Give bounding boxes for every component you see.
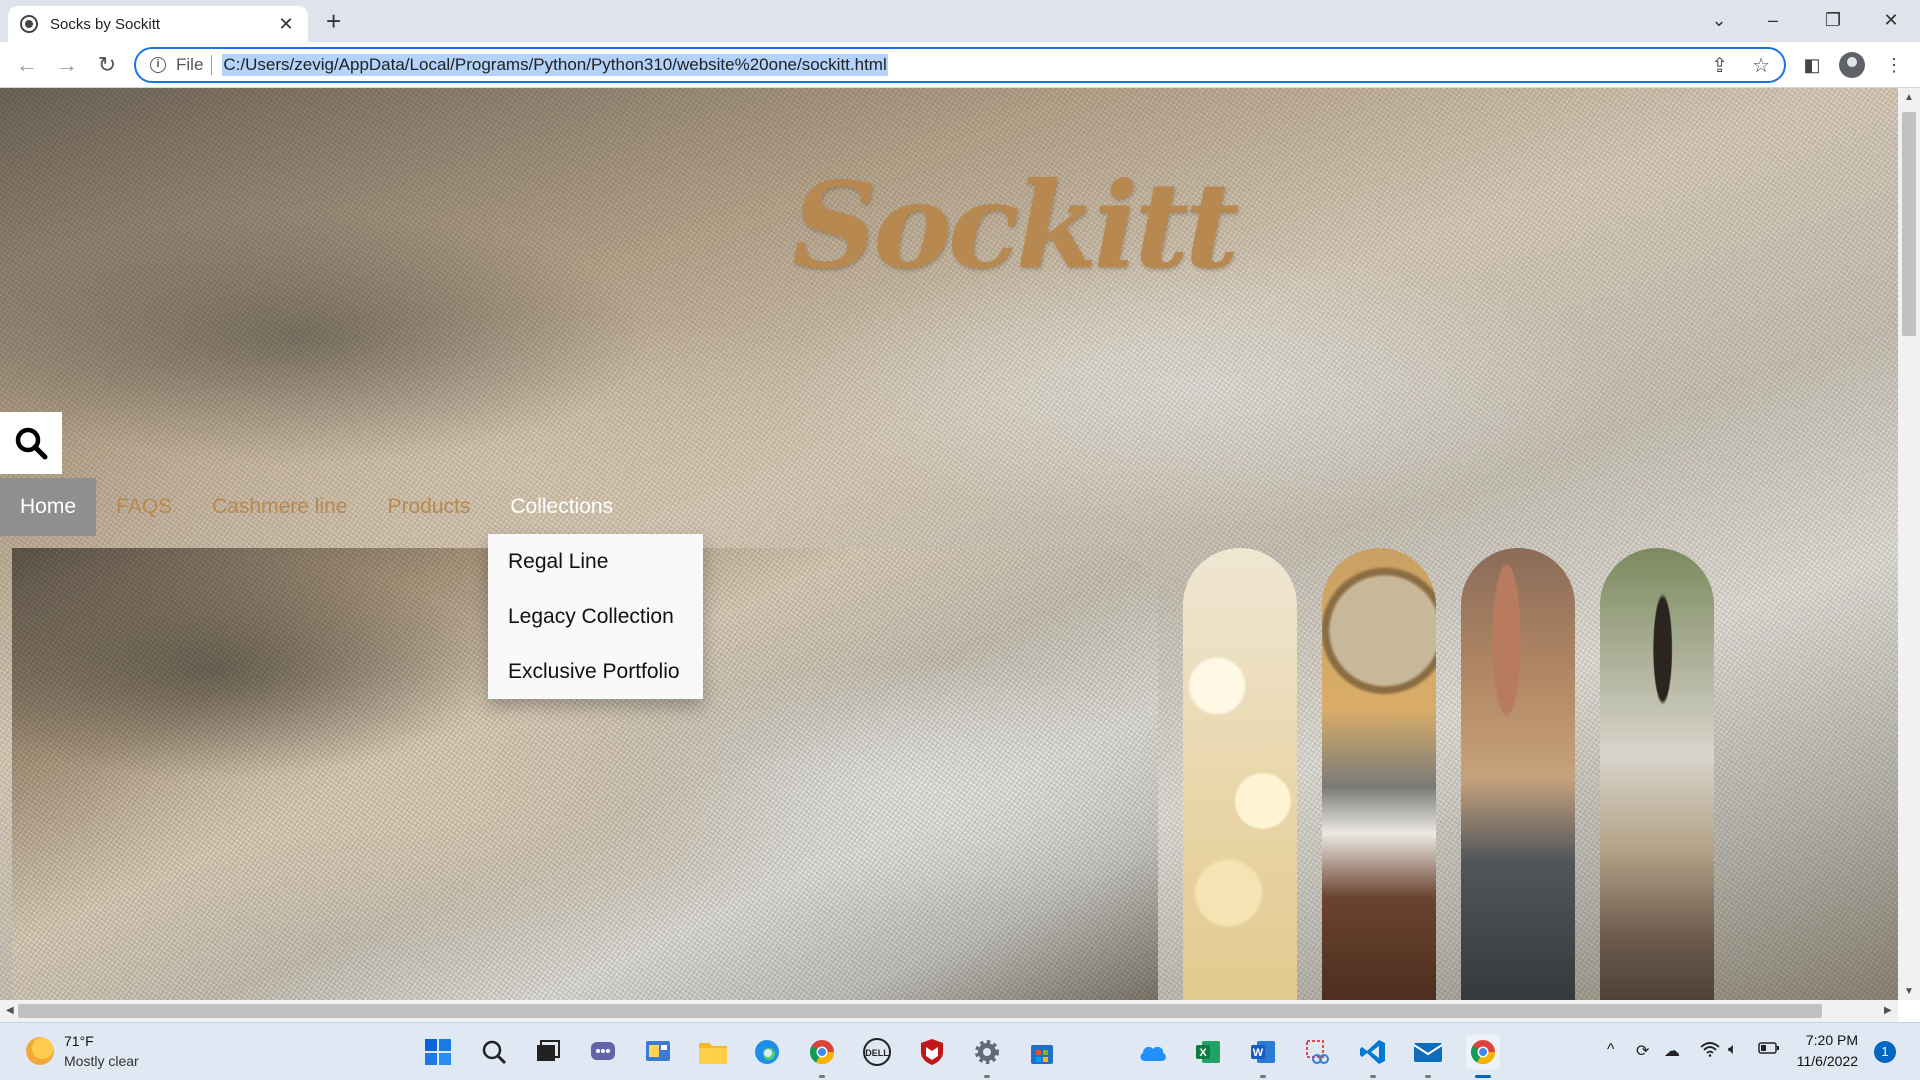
gallery-image-model[interactable] [1600,548,1714,1000]
nav-home[interactable]: Home [0,478,97,536]
dropdown-item-legacy-collection[interactable]: Legacy Collection [488,589,703,644]
weather-condition[interactable]: Mostly clear [64,1053,139,1069]
search-icon[interactable] [477,1035,511,1069]
browser-toolbar: ← → ↻ i File C:/Users/zevig/AppData/Loca… [0,42,1920,88]
chrome-active-icon[interactable] [1466,1035,1500,1069]
vscode-icon[interactable] [1356,1035,1390,1069]
info-icon[interactable]: i [150,57,166,73]
snipping-tool-icon[interactable] [1301,1035,1335,1069]
cloud-icon[interactable]: ☁ [1664,1041,1680,1061]
search-icon [15,427,48,460]
restore-button[interactable]: ❐ [1810,4,1856,36]
dell-icon[interactable]: DELL [860,1035,894,1069]
mail-icon[interactable] [1411,1035,1445,1069]
search-button[interactable] [0,412,62,474]
side-panel-icon[interactable]: ◧ [1798,51,1826,79]
windows-start-icon[interactable] [421,1035,455,1069]
nav-collections[interactable]: Collections [490,478,633,536]
volume-icon[interactable]: 🔈︎ [1728,1041,1738,1059]
gallery-image-socks[interactable] [1322,548,1436,1000]
svg-text:W: W [1253,1047,1264,1059]
file-explorer-icon[interactable] [696,1035,730,1069]
tab-title: Socks by Sockitt [50,15,161,33]
divider [211,55,213,75]
address-bar[interactable]: i File C:/Users/zevig/AppData/Local/Prog… [134,47,1786,83]
browser-tab-strip: Socks by Sockitt ✕ + ⌄ – ❐ ✕ [0,0,1920,42]
new-tab-button[interactable]: + [326,6,341,37]
tab-search-icon[interactable]: ⌄ [1696,4,1742,36]
page-viewport: Sockitt Home FAQS Cashmere line Products… [0,88,1898,1000]
nav-faqs[interactable]: FAQS [96,478,192,536]
task-view-icon[interactable] [531,1035,565,1069]
settings-gear-icon[interactable] [970,1035,1004,1069]
dropdown-item-exclusive-portfolio[interactable]: Exclusive Portfolio [488,644,703,699]
scroll-up-arrow-icon[interactable]: ▲ [1904,92,1914,103]
running-indicator [1260,1075,1266,1078]
avatar-icon [1839,52,1865,78]
vertical-scroll-thumb[interactable] [1902,112,1916,336]
wifi-icon[interactable] [1700,1041,1720,1062]
forward-button[interactable]: → [52,50,82,80]
clock-time[interactable]: 7:20 PM [1794,1032,1858,1048]
main-nav: Home FAQS Cashmere line Products Collect… [0,476,633,538]
horizontal-scroll-thumb[interactable] [18,1004,1822,1018]
nav-products[interactable]: Products [367,478,490,536]
word-icon[interactable]: W [1246,1035,1280,1069]
battery-icon[interactable] [1758,1041,1780,1060]
kebab-menu-icon[interactable]: ⋮ [1880,51,1908,79]
reload-button[interactable]: ↻ [92,50,122,80]
profile-avatar[interactable] [1838,51,1866,79]
running-indicator [819,1075,825,1078]
chrome-icon[interactable] [805,1035,839,1069]
collections-dropdown: Regal Line Legacy Collection Exclusive P… [488,534,703,699]
clock-date[interactable]: 11/6/2022 [1780,1053,1858,1069]
svg-text:DELL: DELL [865,1048,889,1058]
nav-cashmere-line[interactable]: Cashmere line [192,478,367,536]
sync-icon[interactable]: ⟳ [1636,1041,1649,1061]
widgets-app-icon[interactable] [641,1035,675,1069]
scroll-right-arrow-icon[interactable]: ▶ [1884,1005,1892,1016]
tray-chevron-icon[interactable]: ^ [1607,1041,1615,1059]
bookmark-star-icon[interactable]: ☆ [1752,53,1770,78]
scroll-left-arrow-icon[interactable]: ◀ [6,1005,14,1016]
running-indicator [984,1075,990,1078]
gallery-image-cashmere[interactable] [1183,548,1297,1000]
url-text[interactable]: C:/Users/zevig/AppData/Local/Programs/Py… [222,54,888,76]
microsoft-store-icon[interactable] [1025,1035,1059,1069]
mcafee-icon[interactable] [915,1035,949,1069]
scheme-label: File [176,55,204,74]
share-icon[interactable]: ⇪ [1711,53,1728,78]
globe-icon [20,15,38,33]
gallery-image-hands[interactable] [1461,548,1575,1000]
minimize-button[interactable]: – [1750,4,1796,36]
teams-chat-icon[interactable] [586,1035,620,1069]
browser-tab[interactable]: Socks by Sockitt ✕ [8,6,308,42]
windows-taskbar: 71°F Mostly clear DELL X W ^ ⟳ ☁ 🔈︎ 7:20… [0,1022,1920,1080]
weather-moon-icon[interactable] [26,1037,54,1065]
close-window-button[interactable]: ✕ [1868,4,1914,36]
notification-badge[interactable]: 1 [1874,1041,1896,1063]
svg-text:X: X [1199,1047,1207,1059]
back-button[interactable]: ← [12,50,42,80]
active-app-indicator [1475,1075,1491,1078]
site-logo: Sockitt [792,156,1239,295]
running-indicator [1425,1075,1431,1078]
running-indicator [1370,1075,1376,1078]
onedrive-icon[interactable] [1136,1035,1170,1069]
edge-browser-icon[interactable] [750,1035,784,1069]
weather-temperature[interactable]: 71°F [64,1033,94,1049]
dropdown-item-regal-line[interactable]: Regal Line [488,534,703,589]
scroll-down-arrow-icon[interactable]: ▼ [1904,986,1914,997]
excel-icon[interactable]: X [1191,1035,1225,1069]
close-tab-icon[interactable]: ✕ [276,14,296,35]
